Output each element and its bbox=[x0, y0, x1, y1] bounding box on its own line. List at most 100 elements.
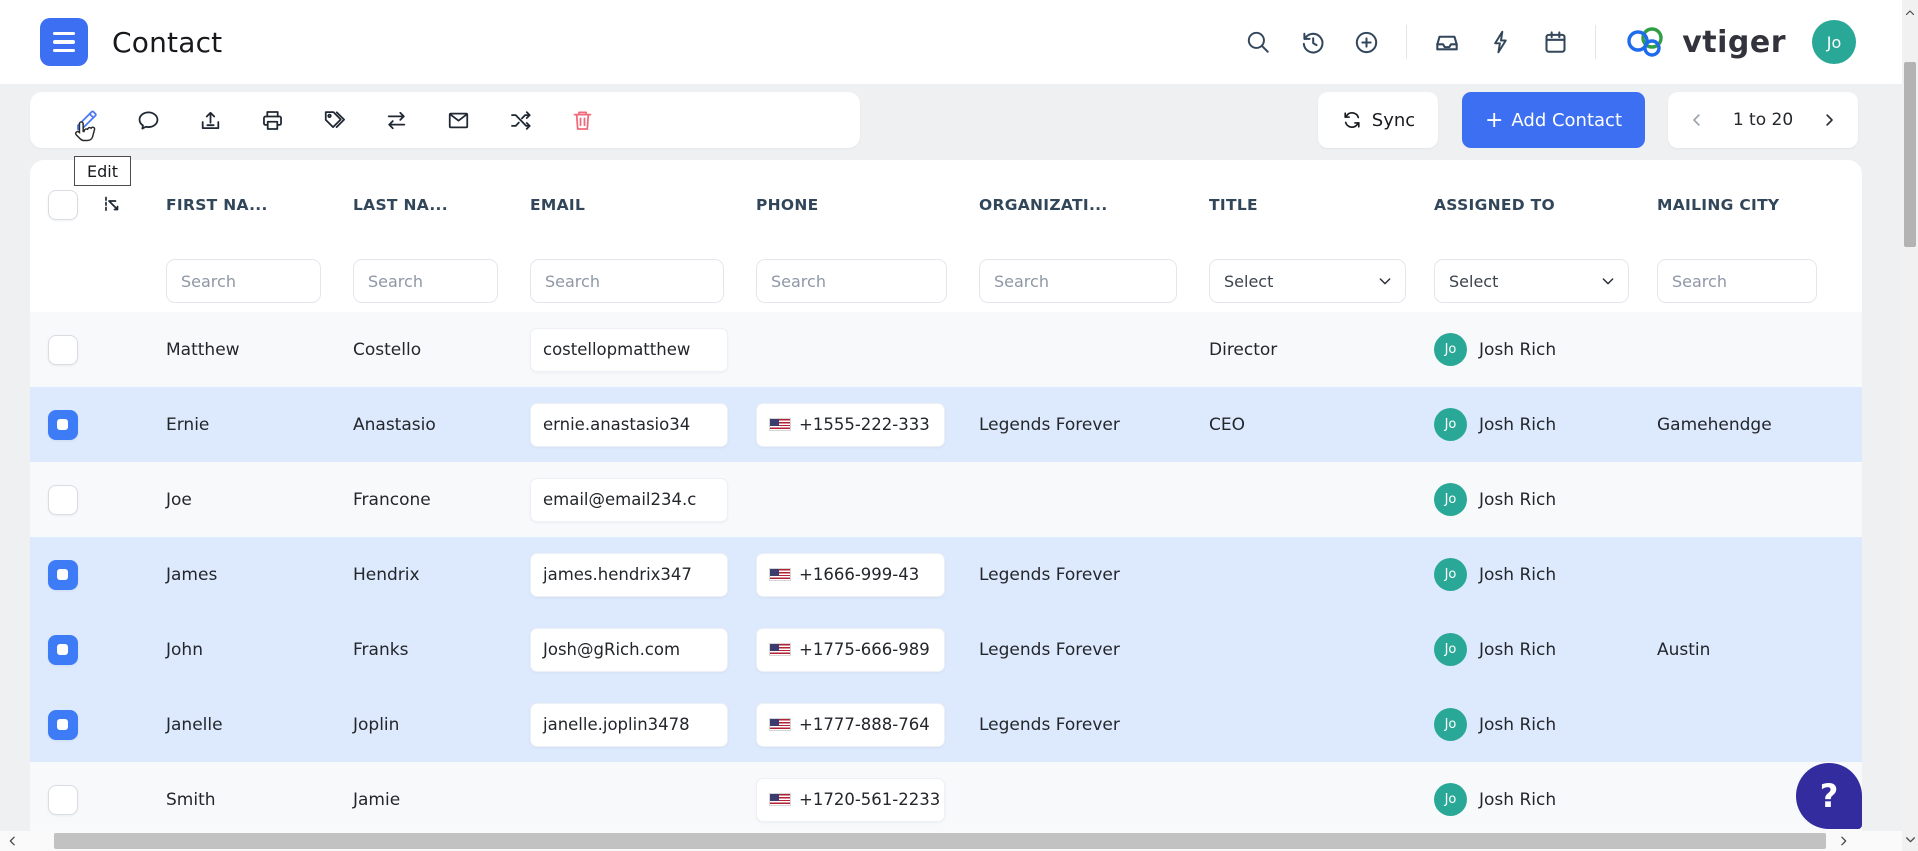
organization-search-input[interactable] bbox=[979, 259, 1177, 303]
select-all-checkbox[interactable] bbox=[48, 190, 78, 220]
organization-cell[interactable]: Legends Forever bbox=[979, 565, 1209, 585]
scroll-up-icon[interactable] bbox=[1904, 4, 1916, 23]
email-field[interactable]: janelle.joplin3478 bbox=[530, 703, 728, 747]
title-filter-select[interactable]: Select bbox=[1209, 259, 1406, 303]
row-checkbox[interactable] bbox=[48, 485, 78, 515]
last-name-cell[interactable]: Franks bbox=[353, 640, 530, 660]
page-next-icon[interactable] bbox=[1820, 111, 1838, 129]
user-avatar[interactable]: Jo bbox=[1812, 20, 1856, 64]
scroll-left-icon[interactable] bbox=[6, 833, 19, 851]
tags-icon[interactable] bbox=[322, 108, 347, 133]
phone-field[interactable]: +1555-222-333 bbox=[756, 403, 945, 447]
first-name-cell[interactable]: Janelle bbox=[166, 715, 353, 735]
column-header-email[interactable]: EMAIL bbox=[530, 196, 756, 214]
comment-icon[interactable] bbox=[136, 108, 161, 133]
email-field[interactable]: costellopmatthew bbox=[530, 328, 728, 372]
column-header-phone[interactable]: PHONE bbox=[756, 196, 979, 214]
contact-row[interactable]: JamesHendrixjames.hendrix347 +1666-999-43… bbox=[30, 537, 1862, 612]
organization-cell[interactable]: Legends Forever bbox=[979, 715, 1209, 735]
row-checkbox[interactable] bbox=[48, 335, 78, 365]
row-checkbox[interactable] bbox=[48, 635, 78, 665]
transfer-icon[interactable] bbox=[384, 108, 409, 133]
shuffle-icon[interactable] bbox=[508, 108, 533, 133]
delete-icon[interactable] bbox=[570, 108, 595, 133]
row-checkbox[interactable] bbox=[48, 560, 78, 590]
last-name-cell[interactable]: Francone bbox=[353, 490, 530, 510]
edit-icon[interactable] bbox=[74, 108, 99, 133]
column-header-first-name[interactable]: FIRST NA... bbox=[166, 196, 353, 214]
assigned-to[interactable]: JoJosh Rich bbox=[1434, 633, 1657, 666]
contact-row[interactable]: JohnFranksJosh@gRich.com +1775-666-989 Leg… bbox=[30, 612, 1862, 687]
phone-field[interactable]: +1666-999-43 bbox=[756, 553, 945, 597]
calendar-icon[interactable] bbox=[1541, 28, 1569, 56]
print-icon[interactable] bbox=[260, 108, 285, 133]
assigned-to[interactable]: JoJosh Rich bbox=[1434, 483, 1657, 516]
help-button[interactable]: ? bbox=[1796, 763, 1862, 829]
organization-cell[interactable]: Legends Forever bbox=[979, 415, 1209, 435]
phone-search-input[interactable] bbox=[756, 259, 947, 303]
first-name-cell[interactable]: Matthew bbox=[166, 340, 353, 360]
phone-field[interactable]: +1720-561-2233 bbox=[756, 778, 945, 822]
assigned-to[interactable]: JoJosh Rich bbox=[1434, 783, 1657, 816]
row-checkbox[interactable] bbox=[48, 785, 78, 815]
assigned-to-filter-select[interactable]: Select bbox=[1434, 259, 1629, 303]
first-name-cell[interactable]: Smith bbox=[166, 790, 353, 810]
vertical-scroll-thumb[interactable] bbox=[1904, 62, 1916, 247]
first-name-cell[interactable]: Ernie bbox=[166, 415, 353, 435]
lightning-icon[interactable] bbox=[1487, 28, 1515, 56]
contact-row[interactable]: ErnieAnastasioernie.anastasio34 +1555-222… bbox=[30, 387, 1862, 462]
menu-button[interactable] bbox=[40, 18, 88, 66]
row-checkbox[interactable] bbox=[48, 410, 78, 440]
email-icon[interactable] bbox=[446, 108, 471, 133]
contact-row[interactable]: MatthewCostellocostellopmatthew DirectorJ… bbox=[30, 312, 1862, 387]
history-icon[interactable] bbox=[1298, 28, 1326, 56]
last-name-cell[interactable]: Costello bbox=[353, 340, 530, 360]
last-name-search-input[interactable] bbox=[353, 259, 498, 303]
last-name-cell[interactable]: Anastasio bbox=[353, 415, 530, 435]
contact-row[interactable]: JanelleJoplinjanelle.joplin3478 +1777-888… bbox=[30, 687, 1862, 762]
assigned-to[interactable]: JoJosh Rich bbox=[1434, 558, 1657, 591]
contact-row[interactable]: JoeFranconeemail@email234.c JoJosh Rich bbox=[30, 462, 1862, 537]
mailing-city-cell[interactable]: Gamehendge bbox=[1657, 415, 1832, 435]
assigned-to[interactable]: JoJosh Rich bbox=[1434, 333, 1657, 366]
horizontal-scrollbar[interactable] bbox=[0, 831, 1902, 851]
first-name-cell[interactable]: James bbox=[166, 565, 353, 585]
assigned-to[interactable]: JoJosh Rich bbox=[1434, 708, 1657, 741]
phone-field[interactable]: +1777-888-764 bbox=[756, 703, 945, 747]
add-circle-icon[interactable] bbox=[1352, 28, 1380, 56]
title-cell[interactable]: CEO bbox=[1209, 415, 1434, 435]
assigned-to[interactable]: JoJosh Rich bbox=[1434, 408, 1657, 441]
last-name-cell[interactable]: Joplin bbox=[353, 715, 530, 735]
sync-button[interactable]: Sync bbox=[1318, 92, 1438, 148]
column-header-organization[interactable]: ORGANIZATI... bbox=[979, 196, 1209, 214]
email-search-input[interactable] bbox=[530, 259, 724, 303]
row-height-icon[interactable] bbox=[98, 193, 122, 217]
add-contact-button[interactable]: + Add Contact bbox=[1462, 92, 1645, 148]
horizontal-scroll-thumb[interactable] bbox=[54, 833, 1826, 849]
scroll-down-icon[interactable] bbox=[1904, 831, 1917, 850]
last-name-cell[interactable]: Jamie bbox=[353, 790, 530, 810]
mailing-city-cell[interactable]: Austin bbox=[1657, 640, 1832, 660]
last-name-cell[interactable]: Hendrix bbox=[353, 565, 530, 585]
page-prev-icon[interactable] bbox=[1688, 111, 1706, 129]
column-header-title[interactable]: TITLE bbox=[1209, 196, 1434, 214]
row-checkbox[interactable] bbox=[48, 710, 78, 740]
first-name-cell[interactable]: Joe bbox=[166, 490, 353, 510]
scroll-right-icon[interactable] bbox=[1837, 833, 1850, 851]
email-field[interactable]: Josh@gRich.com bbox=[530, 628, 728, 672]
organization-cell[interactable]: Legends Forever bbox=[979, 640, 1209, 660]
email-field[interactable]: ernie.anastasio34 bbox=[530, 403, 728, 447]
inbox-icon[interactable] bbox=[1433, 28, 1461, 56]
email-field[interactable]: email@email234.c bbox=[530, 478, 728, 522]
first-name-cell[interactable]: John bbox=[166, 640, 353, 660]
column-header-mailing-city[interactable]: MAILING CITY bbox=[1657, 196, 1832, 214]
title-cell[interactable]: Director bbox=[1209, 340, 1434, 360]
email-field[interactable]: james.hendrix347 bbox=[530, 553, 728, 597]
vertical-scrollbar[interactable] bbox=[1902, 0, 1918, 851]
column-header-assigned-to[interactable]: ASSIGNED TO bbox=[1434, 196, 1657, 214]
mailing-city-search-input[interactable] bbox=[1657, 259, 1817, 303]
contact-row[interactable]: SmithJamie +1720-561-2233 JoJosh Rich bbox=[30, 762, 1862, 837]
column-header-last-name[interactable]: LAST NA... bbox=[353, 196, 530, 214]
upload-icon[interactable] bbox=[198, 108, 223, 133]
phone-field[interactable]: +1775-666-989 bbox=[756, 628, 945, 672]
